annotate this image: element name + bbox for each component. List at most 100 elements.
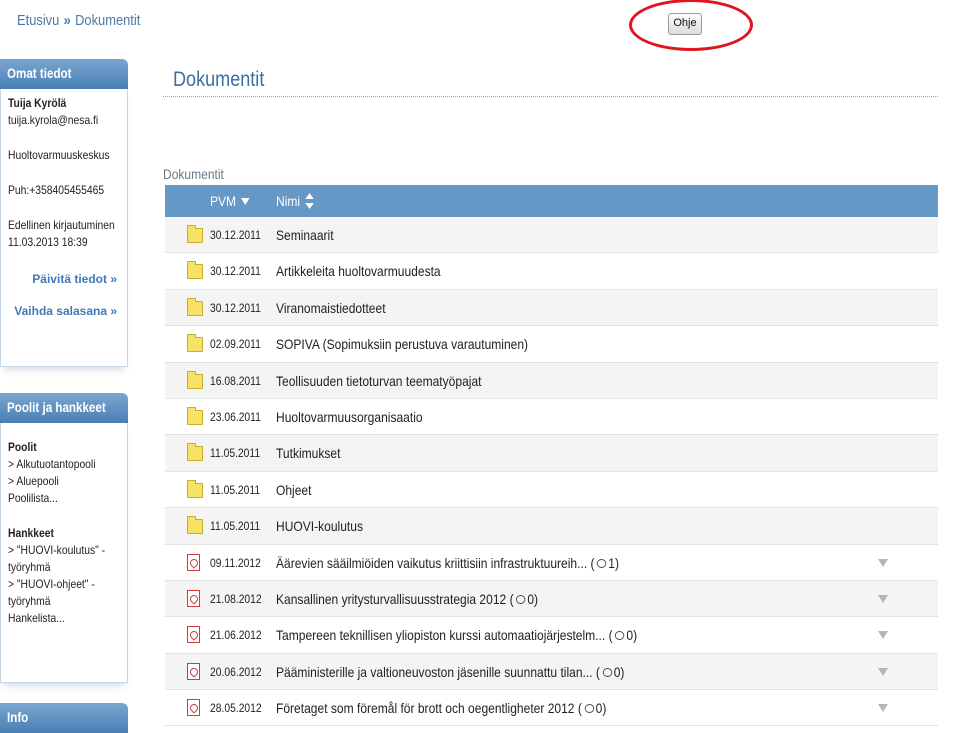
row-expand-icon[interactable] xyxy=(878,558,888,567)
user-info-box: Omat tiedot Tuija Kyrölä tuija.kyrola@ne… xyxy=(0,59,128,367)
pool-link-alkutuotanto[interactable]: > Alkutuotantopooli xyxy=(8,456,121,473)
pool-link-alue[interactable]: > Aluepooli xyxy=(8,473,121,490)
row-date: 28.05.2012 xyxy=(210,701,262,716)
row-name-link[interactable]: Seminaarit xyxy=(276,227,343,243)
row-name-link[interactable]: Artikkeleita huoltovarmuudesta xyxy=(276,263,467,279)
row-name-link[interactable]: Viranomaistiedotteet xyxy=(276,300,403,316)
comment-count: 0 xyxy=(527,590,535,607)
row-name-link[interactable]: HUOVI-koulutus xyxy=(276,518,377,534)
pdf-file-icon xyxy=(187,626,200,645)
row-name-link[interactable]: Teollisuuden tietoturvan teematyöpajat xyxy=(276,373,515,389)
breadcrumb: Etusivu» Dokumentit xyxy=(17,12,160,29)
row-name-link[interactable]: Huoltovarmuusorganisaatio xyxy=(276,409,446,425)
row-name-link[interactable]: Tutkimukset xyxy=(276,445,351,461)
table-row[interactable]: 21.06.2012 Tampereen teknillisen yliopist… xyxy=(165,617,938,654)
table-row[interactable]: 11.05.2011 Ohjeet xyxy=(165,471,938,509)
folder-icon xyxy=(187,406,203,425)
row-date: 11.05.2011 xyxy=(210,519,261,534)
section-label: Dokumentit xyxy=(163,166,224,182)
row-expand-icon[interactable] xyxy=(878,594,888,603)
pdf-file-icon xyxy=(187,589,200,607)
pools-heading: Poolit xyxy=(8,440,37,454)
pdf-file-icon xyxy=(187,553,200,571)
user-name: Tuija Kyrölä xyxy=(8,96,67,110)
folder-icon xyxy=(187,479,203,498)
info-box: Info xyxy=(0,703,128,733)
row-expand-icon[interactable] xyxy=(878,631,888,640)
documents-table: PVM Nimi 30.12.2011 Seminaarit 30.12.2011 A… xyxy=(165,185,938,727)
table-row[interactable]: 16.08.2011 Teollisuuden tietoturvan teema… xyxy=(165,362,938,399)
last-login-value: 11.03.2013 18:39 xyxy=(8,235,88,249)
table-row[interactable]: 09.11.2012 Äärevien sääilmiöiden vaikutus… xyxy=(165,544,938,581)
row-name-link[interactable]: SOPIVA (Sopimuksiin perustuva varautumin… xyxy=(276,336,569,352)
sort-both-icon xyxy=(305,193,314,209)
pool-list-link[interactable]: Poolilista... xyxy=(8,490,121,507)
project-link-huovi-ohjeet-cont[interactable]: työryhmä xyxy=(8,593,121,610)
change-password-link[interactable]: Vaihda salasana » xyxy=(8,295,121,327)
folder-icon xyxy=(187,516,203,535)
folder-icon xyxy=(187,334,203,353)
pools-projects-body: Poolit > Alkutuotantopooli > Aluepooli P… xyxy=(0,423,128,683)
comment-icon xyxy=(597,558,607,568)
table-row[interactable]: 02.09.2011 SOPIVA (Sopimuksiin perustuva … xyxy=(165,326,938,363)
pdf-file-icon xyxy=(187,662,200,680)
table-row[interactable]: 28.05.2012 Företaget som föremål för brot… xyxy=(165,690,938,727)
last-login-label: Edellinen kirjautuminen xyxy=(8,218,115,232)
folder-icon xyxy=(187,297,203,316)
user-organization: Huoltovarmuuskeskus xyxy=(8,148,110,162)
breadcrumb-home-link[interactable]: Etusivu xyxy=(17,12,59,29)
folder-icon xyxy=(187,297,203,316)
user-phone: Puh:+358405455465 xyxy=(8,183,105,197)
folder-icon xyxy=(187,479,203,498)
table-row[interactable]: 30.12.2011 Viranomaistiedotteet xyxy=(165,289,938,327)
row-date: 16.08.2011 xyxy=(210,373,261,388)
row-name-link[interactable]: Tampereen teknillisen yliopiston kurssi … xyxy=(276,627,696,643)
row-expand-icon[interactable] xyxy=(878,667,888,676)
row-date: 30.12.2011 xyxy=(210,300,261,315)
folder-icon xyxy=(187,334,203,353)
table-body: 30.12.2011 Seminaarit 30.12.2011 Artikkelei… xyxy=(165,217,938,727)
page-title: Dokumentit xyxy=(173,68,265,91)
table-row[interactable]: 30.12.2011 Seminaarit xyxy=(165,217,938,254)
comment-icon xyxy=(584,704,594,714)
pdf-file-icon xyxy=(187,699,200,718)
project-link-huovi-koulutus-cont[interactable]: työryhmä xyxy=(8,559,121,576)
row-date: 09.11.2012 xyxy=(210,555,261,570)
pools-projects-box: Poolit ja hankkeet Poolit > Alkutuotanto… xyxy=(0,393,128,683)
folder-icon xyxy=(187,261,203,280)
table-row[interactable]: 23.06.2011 Huoltovarmuusorganisaatio xyxy=(165,398,938,436)
row-date: 20.06.2012 xyxy=(210,664,262,679)
update-info-link[interactable]: Päivitä tiedot » xyxy=(8,263,121,295)
table-row[interactable]: 30.12.2011 Artikkeleita huoltovarmuudesta xyxy=(165,253,938,290)
red-highlight-annotation xyxy=(629,0,753,51)
comment-count: 0 xyxy=(626,627,634,644)
row-date: 21.08.2012 xyxy=(210,591,262,606)
folder-icon xyxy=(187,225,203,243)
pdf-file-icon xyxy=(187,662,200,682)
row-name-link[interactable]: Kansallinen yritysturvallisuusstrategia … xyxy=(276,591,581,607)
table-row[interactable]: 20.06.2012 Pääministerille ja valtioneuvo… xyxy=(165,653,938,691)
table-row[interactable]: 21.08.2012 Kansallinen yritysturvallisuus… xyxy=(165,580,938,618)
row-expand-icon[interactable] xyxy=(878,704,888,713)
row-name-link[interactable]: Ohjeet xyxy=(276,482,317,498)
user-info-body: Tuija Kyrölä tuija.kyrola@nesa.fi Huolto… xyxy=(0,89,128,367)
table-row[interactable]: 11.05.2011 Tutkimukset xyxy=(165,435,938,472)
row-date: 30.12.2011 xyxy=(210,228,261,242)
sort-by-date-header[interactable]: PVM xyxy=(210,193,256,209)
project-link-huovi-ohjeet[interactable]: > "HUOVI-ohjeet" - xyxy=(8,576,121,593)
row-date: 11.05.2011 xyxy=(210,446,261,461)
comment-count: 0 xyxy=(613,663,621,680)
row-name-link[interactable]: Pääministerille ja valtioneuvoston jäsen… xyxy=(276,664,681,680)
comment-icon xyxy=(516,594,526,604)
sort-by-name-header[interactable]: Nimi xyxy=(276,193,320,209)
folder-icon xyxy=(187,261,203,280)
comment-count: 0 xyxy=(595,700,603,717)
project-list-link[interactable]: Hankelista... xyxy=(8,610,121,627)
table-row[interactable]: 11.05.2011 HUOVI-koulutus xyxy=(165,508,938,545)
project-link-huovi-koulutus[interactable]: > "HUOVI-koulutus" - xyxy=(8,542,121,559)
comment-count: 1 xyxy=(608,554,616,571)
folder-icon xyxy=(187,443,203,462)
pdf-file-icon xyxy=(187,626,200,644)
row-name-link[interactable]: Äärevien sääilmiöiden vaikutus kriittisi… xyxy=(276,555,675,571)
row-name-link[interactable]: Företaget som föremål för brott och oege… xyxy=(276,700,660,716)
